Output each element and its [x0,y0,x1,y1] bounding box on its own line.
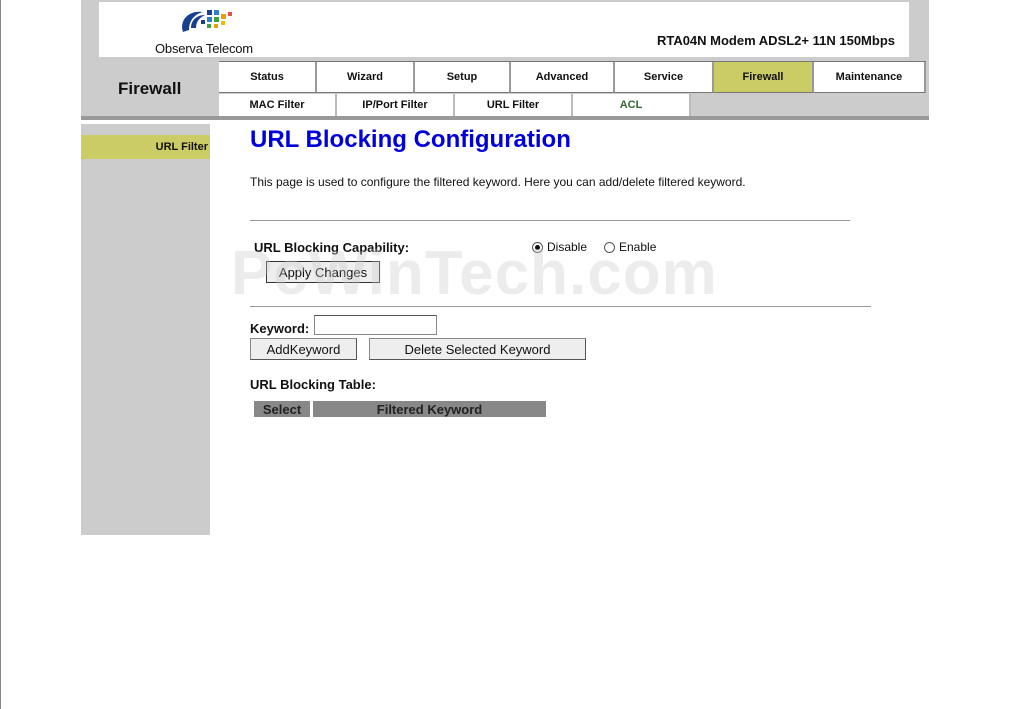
page-title: URL Blocking Configuration [250,126,571,153]
capability-label: URL Blocking Capability: [254,240,410,255]
radio-enable-label: Enable [619,240,657,254]
radio-disable-label: Disable [547,240,588,254]
page-description: This page is used to configure the filte… [250,175,746,189]
sub-nav: MAC Filter IP/Port Filter URL Filter ACL [219,94,691,116]
main-nav: Status Wizard Setup Advanced Service Fir… [219,61,926,94]
tab-status[interactable]: Status [219,62,317,93]
sidebar-item-url-filter[interactable]: URL Filter [81,135,210,159]
delete-selected-keyword-button[interactable]: Delete Selected Keyword [369,338,586,360]
subtab-mac-filter[interactable]: MAC Filter [219,94,337,116]
apply-changes-button[interactable]: Apply Changes [266,261,380,283]
header-divider [81,116,929,120]
subtab-acl[interactable]: ACL [573,94,691,116]
url-blocking-table-header: Select Filtered Keyword [254,401,549,417]
header: Observa Telecom RTA04N Modem ADSL2+ 11N … [81,0,929,120]
radio-enable-circle[interactable] [604,241,615,253]
model-title: RTA04N Modem ADSL2+ 11N 150Mbps [656,33,895,48]
column-select: Select [254,401,310,417]
observa-logo-icon [182,10,232,32]
radio-enable[interactable]: Enable [604,240,656,254]
table-label: URL Blocking Table: [250,377,376,392]
tab-maintenance[interactable]: Maintenance [814,62,926,93]
keyword-input[interactable] [314,315,437,335]
divider [250,306,871,307]
logo-panel: Observa Telecom RTA04N Modem ADSL2+ 11N … [99,2,909,57]
tab-service[interactable]: Service [615,62,714,93]
divider [250,220,850,221]
brand-name: Observa Telecom [155,41,253,56]
keyword-label: Keyword: [250,321,310,336]
radio-disable-circle[interactable] [532,241,543,253]
tab-firewall[interactable]: Firewall [714,62,814,93]
subtab-url-filter[interactable]: URL Filter [455,94,573,116]
tab-wizard[interactable]: Wizard [317,62,415,93]
sidebar: URL Filter [81,124,210,535]
add-keyword-button[interactable]: AddKeyword [250,338,357,360]
router-page: Observa Telecom RTA04N Modem ADSL2+ 11N … [81,0,929,535]
radio-disable[interactable]: Disable [532,240,587,254]
section-title: Firewall [118,79,182,98]
subtab-ip-port-filter[interactable]: IP/Port Filter [337,94,455,116]
tab-advanced[interactable]: Advanced [511,62,615,93]
column-filtered-keyword: Filtered Keyword [313,401,546,417]
tab-setup[interactable]: Setup [415,62,511,93]
